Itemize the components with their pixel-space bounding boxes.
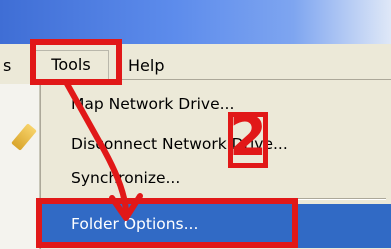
menu-help[interactable]: Help [128, 54, 164, 78]
annotation-step-number: 2 [229, 105, 267, 168]
menu-item-synchronize[interactable]: Synchronize... [41, 160, 391, 196]
annotation-box-folder-options [36, 198, 298, 248]
menu-item-disconnect-network-drive[interactable]: Disconnect Network Drive... [41, 126, 391, 162]
left-pane [0, 84, 40, 249]
annotation-box-tools [30, 39, 122, 85]
menu-item-map-network-drive[interactable]: Map Network Drive... [41, 86, 391, 122]
window-title-bar [0, 0, 391, 44]
menu-item-partial[interactable]: s [3, 54, 11, 78]
